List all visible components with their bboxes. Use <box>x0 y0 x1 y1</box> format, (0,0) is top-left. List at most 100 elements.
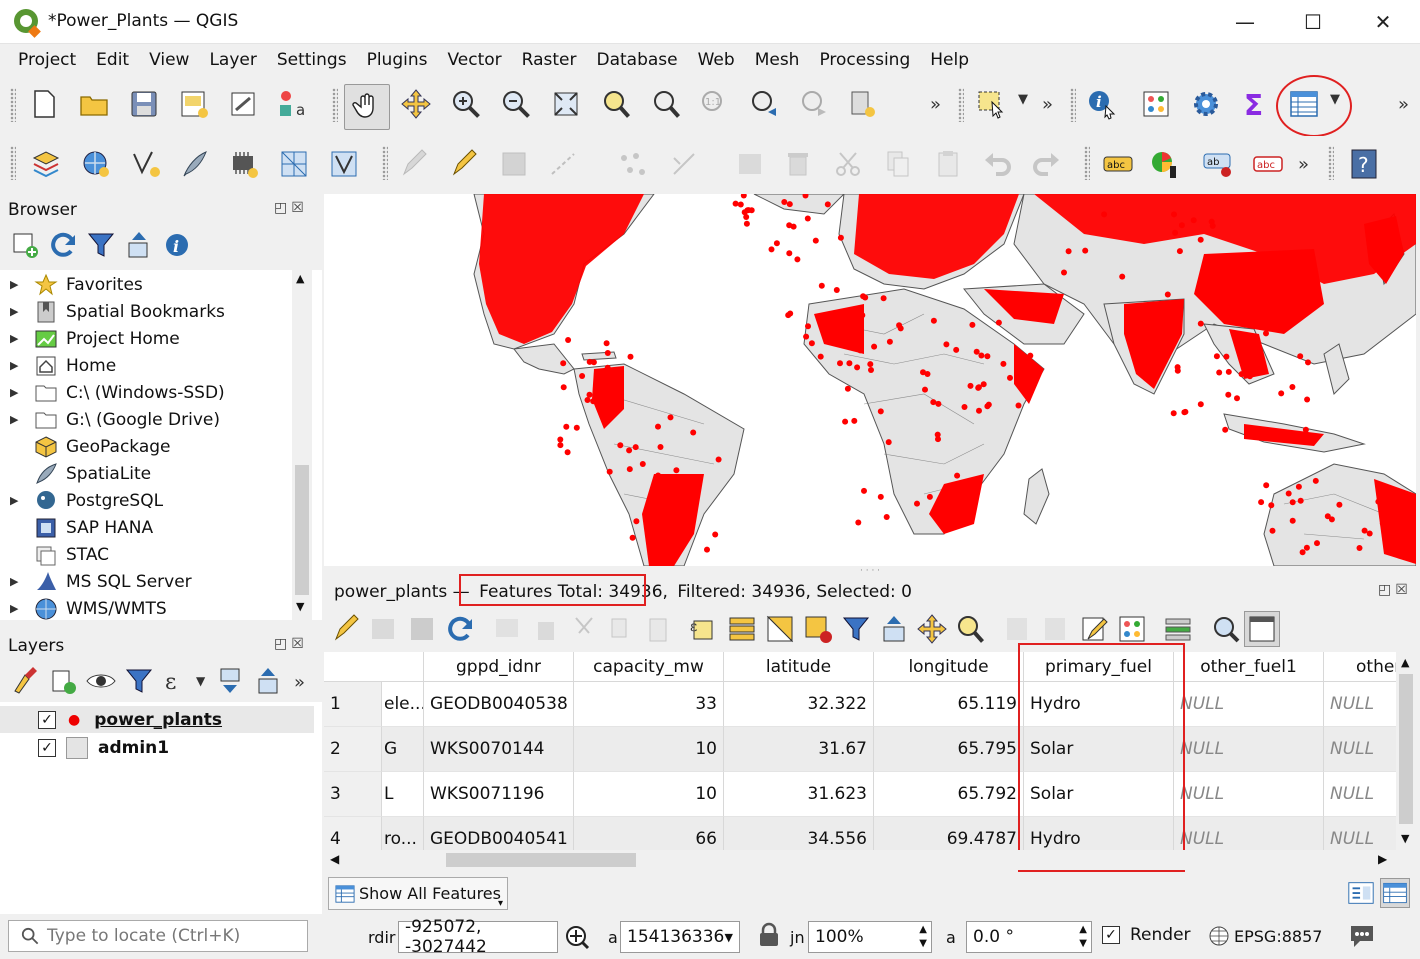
help-contents-icon[interactable]: ? <box>1346 146 1382 182</box>
new-virtual-layer-icon[interactable] <box>276 146 312 182</box>
data-source-manager-icon[interactable] <box>28 146 64 182</box>
table-cell[interactable]: L <box>382 772 424 817</box>
coordinate-field[interactable]: -925072, -3027442 <box>398 917 558 957</box>
column-header-name[interactable] <box>324 652 424 682</box>
menu-mesh[interactable]: Mesh <box>745 50 810 70</box>
table-cell[interactable]: 10 <box>574 727 724 772</box>
browser-item-mssql[interactable]: ▶ MS SQL Server <box>0 568 192 595</box>
expand-arrow-icon[interactable]: ▶ <box>10 359 26 372</box>
zoom-to-selection-icon[interactable] <box>598 86 634 122</box>
manage-visibility-eye-icon[interactable] <box>84 664 118 698</box>
crs-button[interactable]: EPSG:8857 <box>1208 925 1322 947</box>
select-all-icon[interactable] <box>724 611 760 647</box>
browser-item-postgresql[interactable]: ▶ PostgreSQL <box>0 487 163 514</box>
browser-item-c-drive[interactable]: ▶ C:\ (Windows-SSD) <box>0 379 225 406</box>
save-project-icon[interactable] <box>126 86 162 122</box>
delete-selected-icon[interactable] <box>780 146 816 182</box>
render-checkbox[interactable]: ✓ <box>1102 926 1120 944</box>
table-cell[interactable]: NULL <box>1174 772 1324 817</box>
digitize-line-icon[interactable] <box>546 146 582 182</box>
scroll-down-icon[interactable]: ▼ <box>296 600 304 613</box>
menu-processing[interactable]: Processing <box>809 50 920 70</box>
layer-visibility-checkbox[interactable]: ✓ <box>38 738 56 757</box>
menu-vector[interactable]: Vector <box>437 50 511 70</box>
pan-map-icon[interactable] <box>344 84 390 130</box>
new-print-layout-icon[interactable] <box>176 86 212 122</box>
rotation-spinbox[interactable]: 0.0 ° ▲ ▼ <box>966 921 1092 953</box>
menu-view[interactable]: View <box>139 50 199 70</box>
table-cell[interactable]: 69.4787 <box>874 817 1024 850</box>
dropdown-arrow-icon[interactable]: ▼ <box>725 931 733 944</box>
dropdown-arrow-icon[interactable]: ▾ <box>498 898 503 909</box>
paste-features-icon[interactable] <box>930 146 966 182</box>
table-cell[interactable]: 65.119 <box>874 682 1024 727</box>
scroll-thumb[interactable] <box>295 465 309 595</box>
organize-columns-icon[interactable] <box>1076 611 1112 647</box>
show-all-features-button[interactable]: Show All Features ▾ <box>328 877 508 910</box>
select-dropdown-icon[interactable]: ▼ <box>1018 92 1028 107</box>
browser-item-spatialite[interactable]: SpatiaLite <box>0 460 151 487</box>
add-wms-layer-icon[interactable] <box>78 146 114 182</box>
select-by-expression-icon[interactable]: ε <box>686 611 722 647</box>
table-cell[interactable]: NULL <box>1324 682 1396 727</box>
maximize-button[interactable]: ☐ <box>1278 0 1348 44</box>
toggle-edit-mode-icon[interactable] <box>328 611 364 647</box>
zoom-to-selected-icon[interactable] <box>952 611 988 647</box>
filter-browser-icon[interactable] <box>84 228 118 262</box>
table-cell[interactable]: ele... <box>382 682 424 727</box>
table-cell[interactable]: 66 <box>574 817 724 850</box>
highlight-labels-icon[interactable]: abc <box>1250 146 1286 182</box>
table-cell[interactable]: WKS0071196 <box>424 772 574 817</box>
reload-table-icon[interactable] <box>442 611 478 647</box>
cut-features-icon[interactable] <box>830 146 866 182</box>
save-edits-icon[interactable] <box>496 146 532 182</box>
new-project-icon[interactable] <box>26 86 62 122</box>
label-pin-icon[interactable]: ab <box>1200 146 1236 182</box>
table-cell[interactable]: NULL <box>1174 817 1324 850</box>
spinner-arrows-icon[interactable]: ▲ ▼ <box>1079 923 1087 951</box>
layers-float-close-icon[interactable]: ◰☒ <box>274 636 308 652</box>
table-cell[interactable]: 32.322 <box>724 682 874 727</box>
new-memory-layer-icon[interactable] <box>226 146 262 182</box>
browser-item-stac[interactable]: STAC <box>0 541 109 568</box>
browser-item-geopackage[interactable]: GeoPackage <box>0 433 171 460</box>
collapse-all-layers-icon[interactable] <box>252 664 286 698</box>
browser-item-project-home[interactable]: ▶ Project Home <box>0 325 180 352</box>
menu-plugins[interactable]: Plugins <box>357 50 438 70</box>
layer-visibility-checkbox[interactable]: ✓ <box>38 710 56 729</box>
pan-to-selected-icon[interactable] <box>914 611 950 647</box>
paste-icon[interactable] <box>640 611 676 647</box>
menu-raster[interactable]: Raster <box>512 50 587 70</box>
new-spatialite-layer-icon[interactable] <box>176 146 212 182</box>
toolbar-overflow-icon[interactable]: » <box>930 94 941 115</box>
new-field-icon[interactable] <box>1000 611 1036 647</box>
toolbar-overflow-icon[interactable]: » <box>294 672 305 693</box>
menu-edit[interactable]: Edit <box>86 50 139 70</box>
scroll-thumb[interactable] <box>446 853 636 867</box>
redo-icon[interactable] <box>1028 146 1064 182</box>
table-cell[interactable]: NULL <box>1174 727 1324 772</box>
new-map-view-icon[interactable] <box>844 86 880 122</box>
lock-scale-icon[interactable] <box>758 922 780 948</box>
table-view-icon[interactable] <box>1380 878 1410 908</box>
table-cell[interactable]: 33 <box>574 682 724 727</box>
field-calculator-icon[interactable] <box>1114 611 1150 647</box>
expand-arrow-icon[interactable]: ▶ <box>10 305 26 318</box>
zoom-out-icon[interactable] <box>498 86 534 122</box>
expand-all-icon[interactable] <box>214 664 248 698</box>
layout-manager-icon[interactable] <box>226 86 262 122</box>
new-geopackage-layer-icon[interactable] <box>326 146 362 182</box>
expand-arrow-icon[interactable]: ▶ <box>10 332 26 345</box>
scroll-right-icon[interactable]: ▶ <box>1378 852 1387 866</box>
delete-feature-icon[interactable] <box>528 611 564 647</box>
add-feature-icon[interactable] <box>490 611 526 647</box>
browser-item-spatial-bookmarks[interactable]: ▶ Spatial Bookmarks <box>0 298 225 325</box>
filter-select-icon[interactable] <box>838 611 874 647</box>
vertex-tool-icon[interactable] <box>614 146 650 182</box>
copy-features-icon[interactable] <box>880 146 916 182</box>
layer-item-power-plants[interactable]: ✓ ● power_plants <box>0 706 314 733</box>
actions-icon[interactable] <box>1208 611 1244 647</box>
table-cell[interactable]: G <box>382 727 424 772</box>
settings-gear-icon[interactable] <box>1188 86 1224 122</box>
zoom-next-icon[interactable] <box>796 86 832 122</box>
